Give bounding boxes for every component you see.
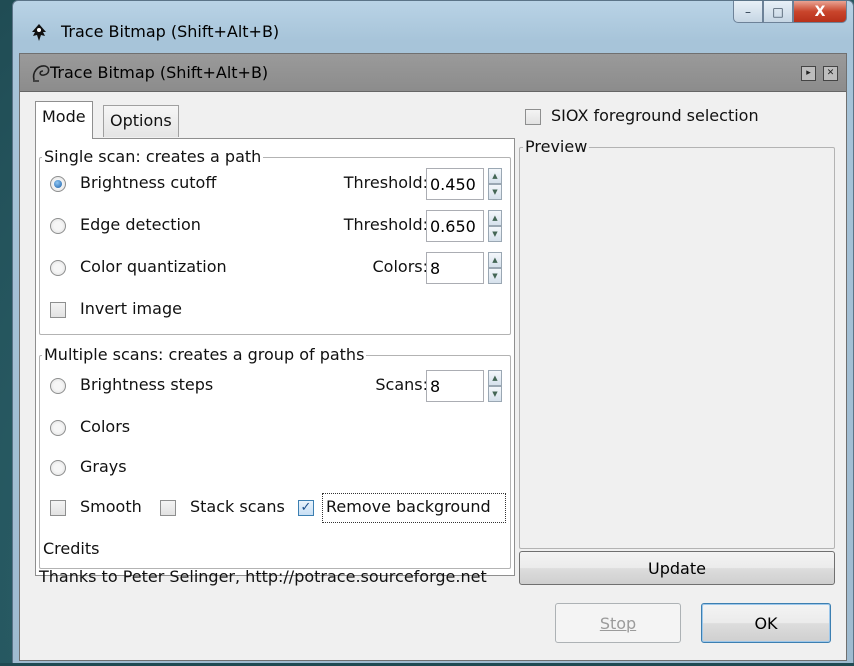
scan-options-row: Smooth Stack scans ✓ Remove background	[40, 490, 512, 526]
spin-down-icon[interactable]: ▼	[488, 226, 502, 242]
tab-mode[interactable]: Mode	[35, 101, 93, 139]
remove-background-checkbox[interactable]: ✓	[298, 500, 314, 516]
close-icon: X	[814, 3, 826, 20]
preview-legend: Preview	[523, 137, 590, 156]
colors-label[interactable]: Colors	[80, 417, 130, 436]
credits-text: Thanks to Peter Selinger, http://potrace…	[39, 567, 487, 586]
spin-up-icon[interactable]: ▲	[488, 168, 502, 184]
stop-button-label: Stop	[599, 613, 637, 633]
edge-threshold-label: Threshold:	[343, 215, 428, 234]
grays-row: Grays	[40, 450, 512, 486]
single-scan-legend: Single scan: creates a path	[42, 147, 264, 166]
quantization-colors-label: Colors:	[372, 257, 429, 276]
credits-title: Credits	[43, 539, 100, 558]
smooth-label[interactable]: Smooth	[80, 497, 142, 516]
colors-radio[interactable]	[50, 420, 66, 436]
brightness-steps-row: Brightness steps Scans: ▲ ▼	[40, 368, 512, 404]
color-quantization-row: Color quantization Colors: ▲ ▼	[40, 250, 512, 286]
brightness-cutoff-row: Brightness cutoff Threshold: ▲ ▼	[40, 166, 512, 202]
preview-frame: Preview	[519, 137, 835, 549]
single-scan-group: Single scan: creates a path Brightness c…	[39, 147, 512, 335]
brightness-threshold-label: Threshold:	[343, 173, 428, 192]
update-button-label: Update	[648, 558, 706, 578]
ok-button-label: OK	[754, 613, 778, 633]
invert-image-label[interactable]: Invert image	[80, 299, 182, 318]
mode-tab-content: Single scan: creates a path Brightness c…	[35, 138, 515, 576]
dock-header[interactable]: Trace Bitmap (Shift+Alt+B) ▸ ✕	[20, 54, 846, 92]
invert-image-row: Invert image	[40, 292, 512, 328]
color-quantization-radio[interactable]	[50, 260, 66, 276]
brightness-cutoff-label[interactable]: Brightness cutoff	[80, 173, 216, 192]
spin-down-icon[interactable]: ▼	[488, 268, 502, 284]
trace-bitmap-icon	[32, 65, 50, 82]
edge-detection-radio[interactable]	[50, 218, 66, 234]
spin-down-icon[interactable]: ▼	[488, 184, 502, 200]
minimize-icon: –	[745, 4, 751, 19]
ok-button[interactable]: OK	[701, 603, 831, 643]
float-icon: ▸	[806, 68, 811, 78]
spin-up-icon[interactable]: ▲	[488, 370, 502, 386]
window-caption-buttons: – □ X	[733, 1, 847, 27]
invert-image-checkbox[interactable]	[50, 302, 66, 318]
spin-down-icon[interactable]: ▼	[488, 386, 502, 402]
update-button[interactable]: Update	[519, 551, 835, 585]
scans-label: Scans:	[375, 375, 428, 394]
remove-background-label[interactable]: Remove background	[326, 497, 491, 516]
window-titlebar[interactable]: Trace Bitmap (Shift+Alt+B) – □ X	[13, 1, 853, 53]
quantization-colors-input[interactable]	[426, 252, 484, 284]
window-title: Trace Bitmap (Shift+Alt+B)	[61, 22, 280, 41]
smooth-checkbox[interactable]	[50, 500, 66, 516]
edge-detection-label[interactable]: Edge detection	[80, 215, 201, 234]
edge-threshold-input[interactable]	[426, 210, 484, 242]
edge-threshold-spinner: ▲ ▼	[488, 210, 502, 242]
tab-options-label: Options	[110, 111, 172, 130]
maximize-button[interactable]: □	[763, 1, 793, 23]
dock-close-button[interactable]: ✕	[823, 66, 838, 81]
brightness-steps-radio[interactable]	[50, 378, 66, 394]
grays-label[interactable]: Grays	[80, 457, 127, 476]
quantization-colors-spinner: ▲ ▼	[488, 252, 502, 284]
inkscape-app-icon	[32, 24, 46, 41]
brightness-threshold-spinner: ▲ ▼	[488, 168, 502, 200]
colors-row: Colors	[40, 410, 512, 446]
minimize-button[interactable]: –	[733, 1, 763, 23]
stack-scans-checkbox[interactable]	[160, 500, 176, 516]
scans-spinner: ▲ ▼	[488, 370, 502, 402]
brightness-cutoff-radio[interactable]	[50, 176, 66, 192]
tab-options[interactable]: Options	[103, 105, 179, 137]
brightness-threshold-input[interactable]	[426, 168, 484, 200]
close-icon: ✕	[826, 68, 835, 78]
spin-up-icon[interactable]: ▲	[488, 210, 502, 226]
color-quantization-label[interactable]: Color quantization	[80, 257, 227, 276]
spin-up-icon[interactable]: ▲	[488, 252, 502, 268]
brightness-steps-label[interactable]: Brightness steps	[80, 375, 213, 394]
stack-scans-label[interactable]: Stack scans	[190, 497, 285, 516]
close-button[interactable]: X	[793, 1, 847, 23]
grays-radio[interactable]	[50, 460, 66, 476]
scans-input[interactable]	[426, 370, 484, 402]
stop-button[interactable]: Stop	[555, 603, 681, 643]
dock-title: Trace Bitmap (Shift+Alt+B)	[50, 63, 269, 82]
dock-float-button[interactable]: ▸	[801, 66, 816, 81]
dialog-window: Trace Bitmap (Shift+Alt+B) – □ X Trace B…	[12, 0, 854, 666]
multiple-scans-legend: Multiple scans: creates a group of paths	[42, 345, 367, 364]
edge-detection-row: Edge detection Threshold: ▲ ▼	[40, 208, 512, 244]
maximize-icon: □	[772, 4, 784, 19]
siox-label[interactable]: SIOX foreground selection	[551, 106, 759, 125]
tab-mode-label: Mode	[42, 107, 86, 126]
siox-checkbox[interactable]	[525, 109, 541, 125]
multiple-scans-group: Multiple scans: creates a group of paths…	[39, 345, 512, 569]
